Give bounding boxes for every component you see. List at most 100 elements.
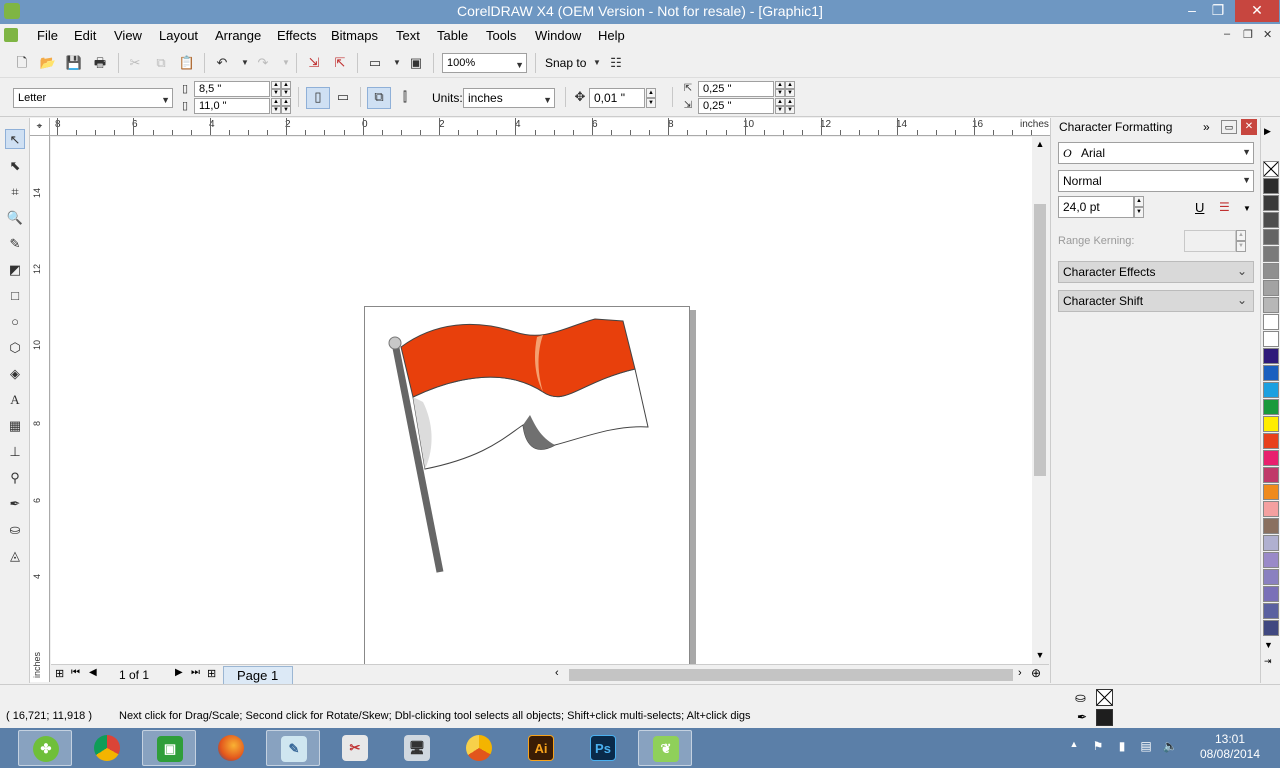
color-swatch[interactable] <box>1263 229 1279 245</box>
smart-fill-tool-icon[interactable]: ◩ <box>5 260 25 280</box>
color-swatch[interactable] <box>1263 365 1279 381</box>
outline-color-swatch[interactable] <box>1096 709 1113 726</box>
import-icon[interactable]: ⇲ <box>305 54 323 72</box>
zoom-level-combo[interactable]: 100% ▼ <box>442 53 527 73</box>
close-button[interactable]: ✕ <box>1235 0 1279 22</box>
drawing-canvas[interactable] <box>51 137 1032 664</box>
menu-text[interactable]: Text <box>396 28 420 43</box>
network-icon[interactable]: ▤ <box>1138 739 1154 755</box>
width-up-spinner[interactable]: ▲ <box>271 81 281 89</box>
color-swatch[interactable] <box>1263 501 1279 517</box>
text-tool-icon[interactable]: A <box>5 390 25 410</box>
dup-x-up-spinner-2[interactable]: ▲ <box>785 81 795 89</box>
color-swatch[interactable] <box>1263 331 1279 347</box>
navigator-zoom-icon[interactable]: ⊕ <box>1031 666 1041 680</box>
color-swatch[interactable] <box>1263 348 1279 364</box>
start-clover-button[interactable]: ✤ <box>18 730 72 766</box>
expand-docker-icon[interactable]: » <box>1203 120 1210 134</box>
page-height-field[interactable]: 11,0 " <box>194 98 270 114</box>
taskbar-coreldraw-doc[interactable]: ✎ <box>266 730 320 766</box>
color-swatch[interactable] <box>1263 246 1279 262</box>
dimension-tool-icon[interactable]: ⊥ <box>5 442 25 462</box>
nudge-distance-field[interactable]: 0,01 " <box>589 88 645 108</box>
docker-minimize-icon[interactable]: ▭ <box>1221 120 1237 134</box>
taskbar-firefox[interactable] <box>204 730 258 766</box>
scroll-down-icon[interactable]: ▼ <box>1034 650 1046 660</box>
palette-scroll-down-icon[interactable]: ▼ <box>1264 640 1273 650</box>
page-width-field[interactable]: 8,5 " <box>194 81 270 97</box>
undo-dropdown-icon[interactable]: ▼ <box>236 54 254 72</box>
vertical-scrollbar[interactable]: ▲ ▼ <box>1032 137 1048 664</box>
volume-icon[interactable]: 🔈 <box>1162 739 1178 755</box>
menu-layout[interactable]: Layout <box>159 28 198 43</box>
duplicate-distance-x-field[interactable]: 0,25 " <box>698 81 774 97</box>
height-up-spinner-2[interactable]: ▲ <box>281 98 291 106</box>
range-kerning-field[interactable] <box>1184 230 1236 252</box>
dup-x-down-spinner-2[interactable]: ▼ <box>785 89 795 97</box>
duplicate-distance-y-field[interactable]: 0,25 " <box>698 98 774 114</box>
vertical-ruler[interactable]: 14 12 10 8 6 4 inches <box>30 136 50 682</box>
redo-dropdown-icon[interactable]: ▼ <box>277 54 295 72</box>
color-swatch[interactable] <box>1263 433 1279 449</box>
mdi-close-button[interactable]: ✕ <box>1263 28 1272 41</box>
snap-dropdown-icon[interactable]: ▼ <box>588 54 606 72</box>
copy-icon[interactable]: ⧉ <box>152 54 170 72</box>
color-swatch[interactable] <box>1263 212 1279 228</box>
outline-tool-icon[interactable]: ✒ <box>5 494 25 514</box>
menu-table[interactable]: Table <box>437 28 468 43</box>
dup-y-up-spinner[interactable]: ▲ <box>775 98 785 106</box>
print-icon[interactable]: 🖶 <box>91 54 109 72</box>
color-swatch[interactable] <box>1263 382 1279 398</box>
menu-tools[interactable]: Tools <box>486 28 516 43</box>
color-swatch[interactable] <box>1263 620 1279 636</box>
color-swatch[interactable] <box>1263 535 1279 551</box>
portrait-orientation-icon[interactable]: ▯ <box>306 87 330 109</box>
menu-help[interactable]: Help <box>598 28 625 43</box>
color-swatch[interactable] <box>1263 552 1279 568</box>
menu-view[interactable]: View <box>114 28 142 43</box>
taskbar-chrome[interactable] <box>80 730 134 766</box>
taskbar-camtasia[interactable]: ▣ <box>142 730 196 766</box>
save-icon[interactable]: 💾 <box>65 54 83 72</box>
taskbar-photoshop[interactable]: Ps <box>576 730 630 766</box>
docker-close-icon[interactable]: ✕ <box>1241 119 1257 135</box>
polygon-tool-icon[interactable]: ⬡ <box>5 338 25 358</box>
scroll-up-icon[interactable]: ▲ <box>1034 139 1046 149</box>
paste-icon[interactable]: 📋 <box>178 54 196 72</box>
width-down-spinner[interactable]: ▼ <box>271 89 281 97</box>
battery-icon[interactable]: ▮ <box>1114 739 1130 755</box>
dup-y-up-spinner-2[interactable]: ▲ <box>785 98 795 106</box>
page-tab[interactable]: Page 1 <box>223 666 293 684</box>
fill-color-none-swatch[interactable] <box>1096 689 1113 706</box>
color-swatch[interactable] <box>1263 178 1279 194</box>
new-document-icon[interactable]: 🗋 <box>13 54 31 72</box>
taskbar-chrome-2[interactable] <box>452 730 506 766</box>
application-launcher-icon[interactable]: ▭ <box>366 54 384 72</box>
shape-tool-icon[interactable]: ⬉ <box>5 156 25 176</box>
taskbar-snipping-tool[interactable]: ✂ <box>328 730 382 766</box>
taskbar-coreldraw[interactable]: ❦ <box>638 730 692 766</box>
mdi-restore-button[interactable]: ❐ <box>1243 28 1253 41</box>
no-color-swatch[interactable] <box>1263 161 1279 177</box>
current-page-icon[interactable]: ⫿ <box>396 88 414 106</box>
color-swatch[interactable] <box>1263 467 1279 483</box>
cut-icon[interactable]: ✂ <box>126 54 144 72</box>
welcome-screen-icon[interactable]: ▣ <box>407 54 425 72</box>
freehand-tool-icon[interactable]: ✎ <box>5 234 25 254</box>
color-swatch[interactable] <box>1263 484 1279 500</box>
next-page-icon[interactable]: ▶ <box>175 667 183 678</box>
redo-icon[interactable]: ↷ <box>254 54 272 72</box>
menu-bitmaps[interactable]: Bitmaps <box>331 28 378 43</box>
open-icon[interactable]: 📂 <box>39 54 57 72</box>
menu-edit[interactable]: Edit <box>74 28 96 43</box>
landscape-orientation-icon[interactable]: ▭ <box>334 88 352 106</box>
taskbar-illustrator[interactable]: Ai <box>514 730 568 766</box>
kerning-up-spinner[interactable]: ▲ <box>1236 230 1246 241</box>
table-tool-icon[interactable]: ▦ <box>5 416 25 436</box>
color-swatch[interactable] <box>1263 586 1279 602</box>
add-page-after-icon[interactable]: ⊞ <box>207 667 216 680</box>
flag-illustration[interactable] <box>365 307 691 664</box>
menu-window[interactable]: Window <box>535 28 581 43</box>
color-swatch[interactable] <box>1263 569 1279 585</box>
horizontal-scroll-thumb[interactable] <box>569 669 1013 681</box>
